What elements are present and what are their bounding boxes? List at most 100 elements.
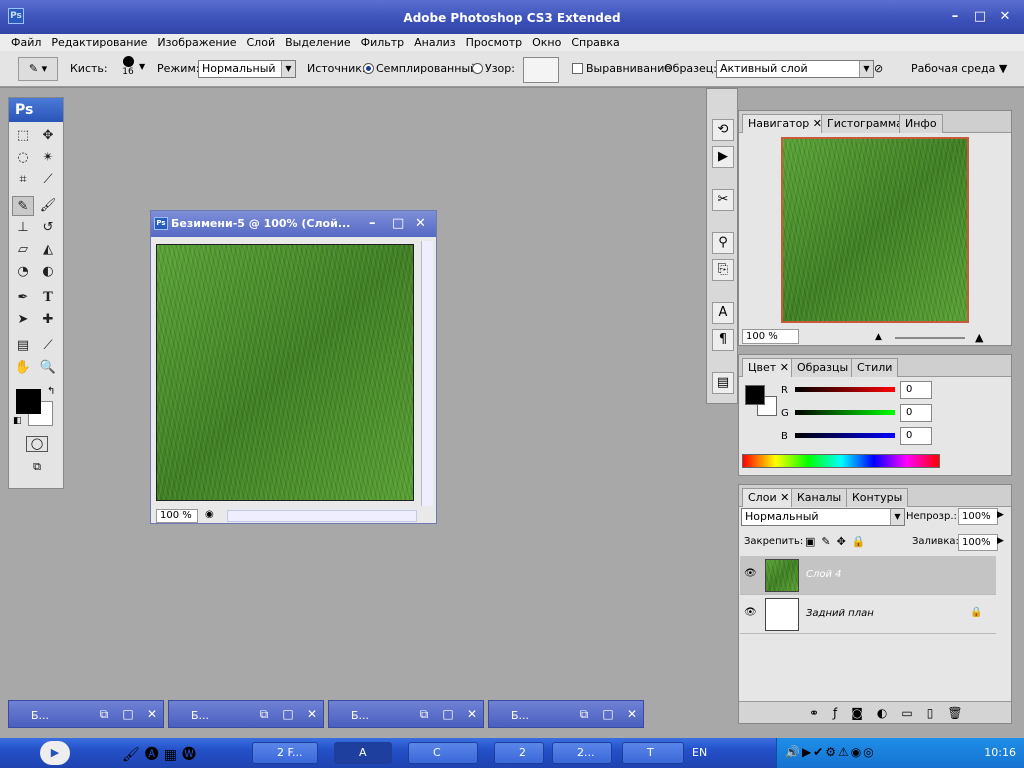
brush-arrow-icon[interactable]: ▼ (139, 62, 145, 71)
layer-comps-icon[interactable]: ▤ (712, 372, 734, 394)
type-tool-icon[interactable]: T (37, 288, 59, 308)
restore-icon[interactable]: ⧉ (417, 707, 431, 722)
g-slider[interactable] (795, 410, 895, 415)
paragraph-panel-icon[interactable]: ¶ (712, 329, 734, 351)
taskbar-item-active[interactable]: A (334, 742, 392, 764)
g-value[interactable]: 0 (900, 404, 932, 422)
brush-tool-icon[interactable]: 🖌 (37, 196, 59, 216)
taskbar-item[interactable]: T (622, 742, 684, 764)
eyedropper-icon[interactable]: ⟋ (37, 336, 59, 356)
maximize-icon[interactable]: □ (441, 707, 455, 721)
minimized-document[interactable]: Б... ⧉ □ ✕ (328, 700, 484, 728)
vertical-scrollbar[interactable] (421, 241, 433, 506)
minimized-document[interactable]: Б... ⧉ □ ✕ (488, 700, 644, 728)
zoom-tool-icon[interactable]: 🔍 (37, 358, 59, 378)
taskbar-item[interactable]: C (408, 742, 478, 764)
menu-filter[interactable]: Фильтр (356, 34, 410, 51)
b-value[interactable]: 0 (900, 427, 932, 445)
opacity-value[interactable]: 100% (958, 508, 998, 525)
tab-paths[interactable]: Контуры (846, 488, 909, 507)
layer-row[interactable]: 👁 Слой 4 (740, 556, 996, 595)
clone-source-icon[interactable]: ⎘ (712, 259, 734, 281)
menu-layer[interactable]: Слой (242, 34, 281, 51)
eraser-tool-icon[interactable]: ▱ (12, 240, 34, 260)
slice-tool-icon[interactable]: ⟋ (37, 170, 59, 190)
shape-tool-icon[interactable]: ✚ (37, 310, 59, 330)
sample-select[interactable]: Активный слой ▼ (716, 60, 874, 78)
taskbar-item[interactable]: 2... (552, 742, 612, 764)
paint-bucket-icon[interactable]: ◭ (37, 240, 59, 260)
menu-file[interactable]: Файл (6, 34, 46, 51)
fill-arrow-icon[interactable]: ▶ (997, 536, 1004, 546)
default-colors-icon[interactable]: ◧ (13, 416, 22, 426)
crop-tool-icon[interactable]: ⌗ (12, 170, 34, 190)
status-arrow-icon[interactable]: ◉ (205, 509, 214, 520)
quick-mask-icon[interactable]: ◯ (26, 436, 48, 452)
close-icon[interactable]: ✕ (465, 707, 479, 721)
move-tool-icon[interactable]: ✥ (37, 126, 59, 146)
clone-stamp-icon[interactable]: ⊥ (12, 218, 34, 238)
document-maximize-icon[interactable]: □ (392, 211, 404, 237)
close-icon[interactable]: ✕ (625, 707, 639, 721)
healing-brush-icon[interactable]: ✎ (12, 196, 34, 216)
menu-edit[interactable]: Редактирование (46, 34, 152, 51)
zoom-in-icon[interactable]: ▲ (975, 331, 983, 344)
magic-wand-icon[interactable]: ✴ (37, 148, 59, 168)
start-button[interactable]: ▶ (40, 741, 70, 765)
tray-icons[interactable]: 🔊▶✔⚙⚠◉◎ (785, 745, 876, 759)
zoom-out-icon[interactable]: ▲ (875, 332, 882, 342)
document-zoom-field[interactable]: 100 % (156, 509, 198, 523)
menu-image[interactable]: Изображение (152, 34, 241, 51)
close-icon[interactable]: ✕ (145, 707, 159, 721)
tab-histogram[interactable]: Гистограмма (821, 114, 909, 133)
fill-value[interactable]: 100% (958, 534, 998, 551)
hand-tool-icon[interactable]: ✋ (12, 358, 34, 378)
taskbar-item[interactable]: 2 w... (494, 742, 544, 764)
swap-colors-icon[interactable]: ↰ (47, 386, 55, 397)
restore-icon[interactable]: ⧉ (257, 707, 271, 722)
minimized-document[interactable]: Б... ⧉ □ ✕ (168, 700, 324, 728)
notes-tool-icon[interactable]: ▤ (12, 336, 34, 356)
path-select-icon[interactable]: ➤ (12, 310, 34, 330)
blur-tool-icon[interactable]: ◔ (12, 262, 34, 282)
menu-analysis[interactable]: Анализ (409, 34, 461, 51)
tool-presets-icon[interactable]: ✂ (712, 189, 734, 211)
tab-swatches[interactable]: Образцы (791, 358, 855, 377)
r-slider[interactable] (795, 387, 895, 392)
lasso-tool-icon[interactable]: ◌ (12, 148, 34, 168)
navigator-thumbnail[interactable] (781, 137, 969, 323)
maximize-icon[interactable]: □ (601, 707, 615, 721)
eye-icon[interactable]: 👁 (744, 607, 757, 618)
restore-icon[interactable]: ⧉ (97, 707, 111, 722)
document-window[interactable]: Ps Безимени-5 @ 100% (Слой... – □ ✕ 100 … (150, 210, 437, 524)
tab-styles[interactable]: Стили (851, 358, 899, 377)
canvas-grass-image[interactable] (156, 244, 414, 501)
navigator-zoom-field[interactable]: 100 % (742, 329, 799, 344)
layer-row[interactable]: 👁 Задний план 🔒 (740, 595, 996, 634)
zoom-slider[interactable] (895, 337, 965, 339)
minimized-document[interactable]: Б... ⧉ □ ✕ (8, 700, 164, 728)
document-minimize-icon[interactable]: – (369, 211, 376, 237)
lock-icons[interactable]: ▣✎✥🔒 (805, 535, 872, 548)
healing-brush-preset-icon[interactable]: ✎ ▾ (18, 57, 58, 81)
maximize-icon[interactable]: □ (281, 707, 295, 721)
menu-window[interactable]: Окно (527, 34, 566, 51)
close-icon[interactable]: ✕ (996, 9, 1014, 25)
b-slider[interactable] (795, 433, 895, 438)
character-panel-icon[interactable]: A (712, 302, 734, 324)
tab-color[interactable]: Цвет ✕ (742, 358, 795, 377)
close-icon[interactable]: ✕ (305, 707, 319, 721)
eye-icon[interactable]: 👁 (744, 568, 757, 579)
mode-select[interactable]: Нормальный ▼ (198, 60, 296, 78)
menu-select[interactable]: Выделение (280, 34, 356, 51)
pattern-picker[interactable] (523, 57, 559, 83)
ignore-adjust-icon[interactable]: ⊘ (874, 62, 883, 75)
source-pattern-radio[interactable]: Узор: (472, 62, 515, 75)
align-checkbox[interactable]: Выравнивание (572, 62, 671, 75)
layers-footer-icons[interactable]: ⚭ƒ◙◐▭▯🗑 (739, 701, 1011, 723)
taskbar-item[interactable]: 2 F... (252, 742, 318, 764)
tab-info[interactable]: Инфо (899, 114, 943, 133)
horizontal-scrollbar[interactable] (227, 510, 417, 522)
quick-launch-icons[interactable]: 🖌🅐▦🅦 (122, 744, 201, 764)
actions-panel-icon[interactable]: ▶ (712, 146, 734, 168)
